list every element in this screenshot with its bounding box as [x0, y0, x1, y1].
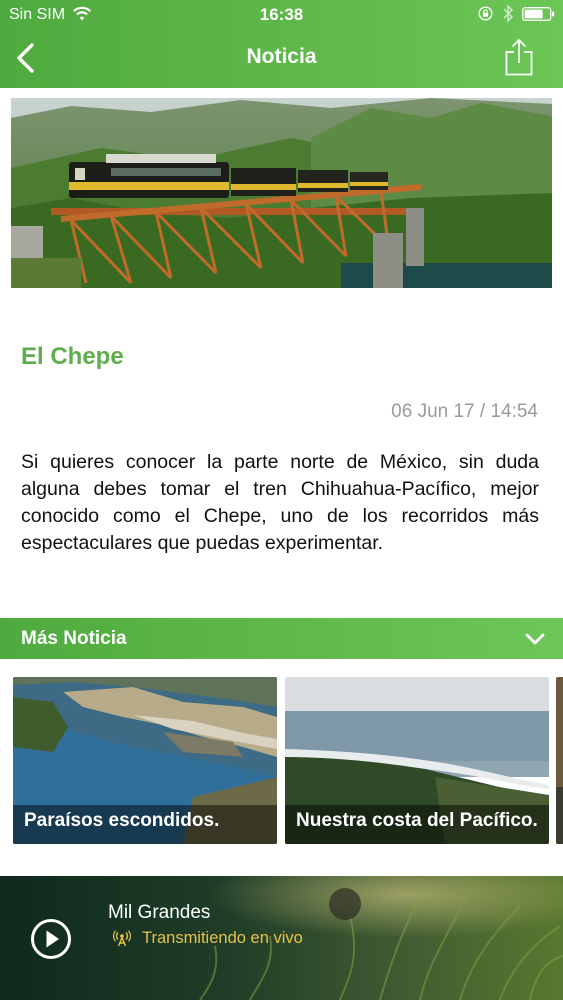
news-card[interactable]: Nuestra costa del Pacífico.	[285, 677, 549, 844]
nav-bar: Noticia	[0, 30, 563, 88]
status-bar: Sin SIM 16:38	[0, 0, 563, 30]
chevron-down-icon[interactable]	[524, 630, 546, 648]
header: Sin SIM 16:38 Noticia	[0, 0, 563, 88]
article-title: El Chepe	[21, 343, 124, 370]
article-date: 06 Jun 17 / 14:54	[391, 401, 538, 422]
play-icon[interactable]	[30, 918, 72, 960]
live-status: Transmitiendo en vivo	[142, 929, 303, 947]
article-hero-image	[11, 98, 552, 288]
more-news-header[interactable]: Más Noticia	[0, 618, 563, 659]
article-body: Si quieres conocer la parte norte de Méx…	[21, 451, 539, 554]
news-card-image	[556, 677, 563, 844]
more-news-carousel[interactable]: Paraísos escondidos. Nuestra costa del P…	[0, 677, 563, 845]
bluetooth-icon	[503, 4, 514, 23]
battery-icon	[522, 7, 555, 21]
news-card-caption: Paraísos escondidos.	[13, 805, 277, 844]
news-card-caption: Nuestra costa del Pacífico.	[285, 805, 549, 844]
more-news-label: Más Noticia	[21, 628, 127, 649]
news-card[interactable]: Paraísos escondidos.	[13, 677, 277, 844]
broadcast-icon	[113, 930, 131, 947]
radio-player: Mil Grandes Transmitiendo en vivo	[0, 876, 563, 1000]
news-card-peek[interactable]	[556, 677, 563, 844]
orientation-lock-icon	[478, 6, 493, 21]
share-icon[interactable]	[503, 37, 535, 77]
station-name: Mil Grandes	[108, 902, 211, 923]
page-title: Noticia	[246, 45, 317, 68]
